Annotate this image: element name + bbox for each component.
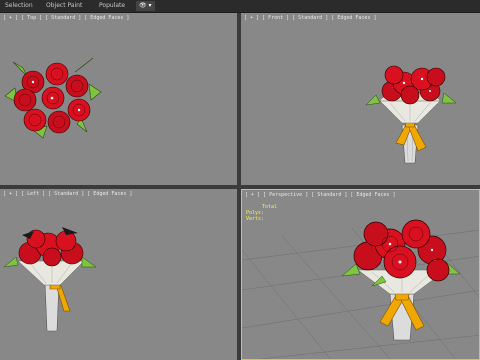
viewport-splitter-horizontal[interactable] <box>0 185 480 189</box>
viewport-label-top[interactable]: [ + ] [ Top ] [ Standard ] [ Edged Faces… <box>3 15 129 21</box>
verts-label: Verts: <box>246 216 265 222</box>
tab-visibility-icon[interactable]: 👁 ▾ <box>136 1 155 11</box>
viewport-left[interactable]: [ + ] [ Left ] [ Standard ] [ Edged Face… <box>0 189 237 360</box>
viewport-label-left[interactable]: [ + ] [ Left ] [ Standard ] [ Edged Face… <box>3 191 132 197</box>
scene-statistics: Total Polys: Verts: <box>246 204 277 222</box>
viewport-perspective[interactable]: [ + ] [ Perspective ] [ Standard ] [ Edg… <box>241 189 480 360</box>
tab-object-paint[interactable]: Object Paint <box>43 1 85 11</box>
ribbon-bar: Selection Object Paint Populate 👁 ▾ <box>0 0 480 13</box>
viewport-front[interactable]: [ + ] [ Front ] [ Standard ] [ Edged Fac… <box>241 13 480 185</box>
viewport-label-perspective[interactable]: [ + ] [ Perspective ] [ Standard ] [ Edg… <box>245 192 396 198</box>
bouquet-left-view <box>3 227 97 332</box>
stats-verts: Verts: <box>246 216 277 222</box>
bouquet-front-view <box>365 65 457 164</box>
viewport-label-front[interactable]: [ + ] [ Front ] [ Standard ] [ Edged Fac… <box>244 15 376 21</box>
tab-populate[interactable]: Populate <box>96 1 128 11</box>
viewport-top[interactable]: [ + ] [ Top ] [ Standard ] [ Edged Faces… <box>0 13 237 185</box>
bouquet-top-view <box>4 57 102 139</box>
bouquet-perspective-view <box>242 219 479 359</box>
tab-selection[interactable]: Selection <box>2 1 36 11</box>
